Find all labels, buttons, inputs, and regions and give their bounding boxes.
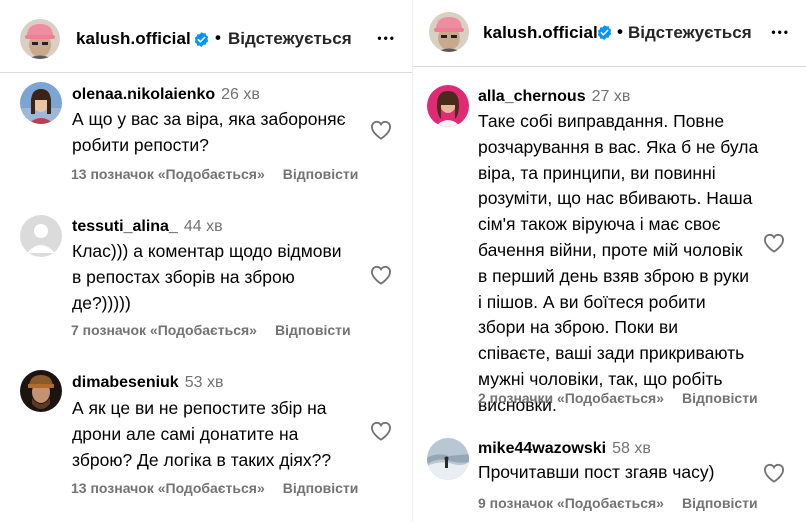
comment-text: А як це ви не репостите збір на дрони ал…: [72, 395, 331, 473]
commenter-avatar[interactable]: [427, 85, 469, 127]
comment-text: Клас))) а коментар щодо відмови в репост…: [72, 238, 342, 316]
commenter-avatar[interactable]: [20, 82, 62, 124]
comment-line: А як це ви не репостите збір на: [72, 398, 327, 418]
comment-username-text[interactable]: mike44wazowski: [478, 440, 606, 457]
comment-line: розуміти, що нас вбивають. Наша: [478, 188, 753, 209]
left-screenshot-panel: kalush.official • Відстежується ••• olen…: [0, 0, 412, 522]
comment-username[interactable]: alla_chernous 27 хв: [478, 88, 630, 106]
comment-username[interactable]: dimabeseniuk 53 хв: [72, 374, 223, 392]
comment-line: А що у вас за віра, яка забороняє: [72, 109, 346, 129]
reply-button[interactable]: Відповісти: [275, 322, 351, 338]
comment-meta: 13 позначок «Подобається» Відповісти: [71, 166, 358, 182]
likes-count[interactable]: 7 позначок «Подобається»: [71, 322, 257, 338]
likes-count[interactable]: 2 позначки «Подобається»: [478, 390, 664, 406]
comment-line: збори на зброю. Поки ви: [478, 317, 679, 338]
default-avatar-icon[interactable]: [20, 215, 62, 257]
right-screenshot-panel: kalush.official • Відстежується ••• alla…: [413, 0, 806, 522]
more-options-icon[interactable]: •••: [377, 31, 396, 45]
following-button[interactable]: Відстежується: [228, 29, 352, 49]
comment-username[interactable]: tessuti_alina_ 44 хв: [72, 218, 223, 236]
likes-count[interactable]: 13 позначок «Подобається»: [71, 166, 265, 182]
comment-time: 44 хв: [183, 218, 223, 235]
heart-outline-icon[interactable]: [763, 463, 785, 483]
likes-count[interactable]: 9 позначок «Подобається»: [478, 495, 664, 511]
likes-count[interactable]: 13 позначок «Подобається»: [71, 480, 265, 496]
kalush-avatar[interactable]: [429, 12, 469, 52]
comment-line: зброю? Де логіка в таких діях??: [72, 450, 332, 470]
reply-button[interactable]: Відповісти: [682, 495, 758, 511]
comment-username[interactable]: mike44wazowski 58 хв: [478, 440, 651, 458]
comment-line: Клас))) а коментар щодо відмови: [72, 241, 342, 261]
kalush-avatar[interactable]: [20, 19, 60, 59]
commenter-avatar[interactable]: [427, 438, 469, 480]
header-divider: [0, 72, 412, 73]
comment-username[interactable]: olenaa.nikolaienko 26 хв: [72, 86, 260, 104]
header-divider: [413, 66, 806, 67]
comment-meta: 13 позначок «Подобається» Відповісти: [71, 480, 358, 496]
comment-line: розчарування в вас. Яка б не була: [478, 136, 759, 157]
comment-time: 53 хв: [184, 374, 224, 391]
comment-line: бачення війни, проте мій чоловік: [478, 239, 743, 260]
comment-text: Прочитавши пост згаяв часу): [478, 459, 714, 485]
more-options-icon[interactable]: •••: [771, 25, 790, 39]
header-username[interactable]: kalush.official: [76, 29, 191, 49]
commenter-avatar[interactable]: [20, 370, 62, 412]
comment-line: мужні чоловіки, так, що робіть: [478, 368, 723, 389]
comment-line: віра, та принципи, ви повинні: [478, 162, 716, 183]
comment-line: Таке собі виправдання. Повне: [478, 111, 725, 131]
comment-line: і пішов. А ви боїтеся робити: [478, 291, 706, 312]
comment-username-text[interactable]: olenaa.nikolaienko: [72, 86, 215, 103]
comment-time: 27 хв: [591, 88, 631, 105]
verified-badge-icon: [597, 25, 612, 40]
heart-outline-icon[interactable]: [763, 233, 785, 253]
comment-text: А що у вас за віра, яка забороняє робити…: [72, 106, 346, 158]
comment-line: Прочитавши пост згаяв часу): [478, 462, 715, 482]
comment-line: сім'я також віруюча і має своє: [478, 214, 721, 235]
comment-text: Таке собі виправдання. Повне розчаруванн…: [478, 109, 758, 419]
header-username[interactable]: kalush.official: [483, 23, 598, 43]
comment-meta: 9 позначок «Подобається» Відповісти: [478, 495, 758, 511]
comment-line: співаєте, ваші зади прикривають: [478, 343, 745, 364]
reply-button[interactable]: Відповісти: [283, 480, 359, 496]
heart-outline-icon[interactable]: [370, 265, 392, 285]
comment-meta: 2 позначки «Подобається» Відповісти: [478, 390, 758, 406]
comment-time: 26 хв: [221, 86, 260, 103]
comment-username-text[interactable]: alla_chernous: [478, 88, 586, 105]
post-header: kalush.official • Відстежується •••: [413, 8, 806, 58]
following-button[interactable]: Відстежується: [628, 23, 752, 43]
comment-line: де?))))): [72, 293, 131, 313]
comment-time: 58 хв: [612, 440, 651, 457]
comment-line: в репостах зборів на зброю: [72, 267, 295, 287]
comment-meta: 7 позначок «Подобається» Відповісти: [71, 322, 351, 338]
reply-button[interactable]: Відповісти: [682, 390, 758, 406]
heart-outline-icon[interactable]: [370, 421, 392, 441]
heart-outline-icon[interactable]: [370, 120, 392, 140]
comment-line: дрони але самі донатите на: [72, 424, 299, 444]
reply-button[interactable]: Відповісти: [283, 166, 359, 182]
comment-username-text[interactable]: dimabeseniuk: [72, 374, 179, 391]
post-header: kalush.official • Відстежується •••: [0, 14, 412, 64]
verified-badge-icon: [194, 32, 209, 47]
header-dot: •: [617, 22, 623, 41]
comment-username-text[interactable]: tessuti_alina_: [72, 218, 178, 235]
header-dot: •: [215, 28, 221, 47]
comment-line: робити репости?: [72, 135, 209, 155]
comment-line: в перший день взяв зброю в руки: [478, 265, 750, 286]
